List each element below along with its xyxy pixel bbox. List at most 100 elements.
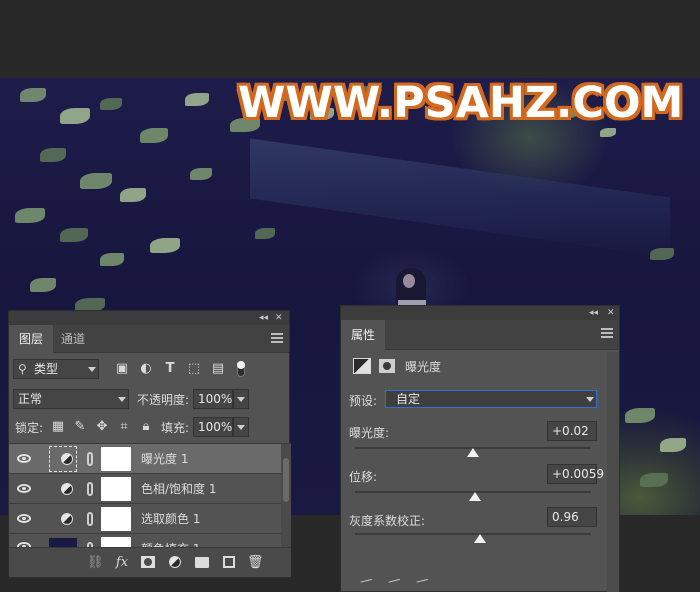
link-icon[interactable] xyxy=(87,512,93,526)
panel-menu-icon[interactable] xyxy=(601,328,613,338)
layer-mask-thumbnail[interactable] xyxy=(101,447,131,471)
adjustment-title: 曝光度 xyxy=(405,360,442,374)
layers-footer: ⛓ fx 🗑︎ xyxy=(9,547,291,577)
scroll-thumb[interactable] xyxy=(283,458,289,502)
chevron-down-icon xyxy=(237,397,245,402)
gamma-label: 灰度系数校正: xyxy=(349,514,426,528)
filter-shape-icon[interactable]: ⬚ xyxy=(187,361,201,377)
offset-value: +0.0059 xyxy=(552,467,605,481)
folder-icon[interactable] xyxy=(195,557,209,568)
gamma-slider-thumb[interactable] xyxy=(474,534,487,543)
opacity-dropdown[interactable] xyxy=(233,389,249,409)
layer-row[interactable]: 色相/饱和度 1 xyxy=(9,474,281,504)
gray-point-eyedropper-icon[interactable]: ⁄ xyxy=(382,571,405,592)
layers-panel: ◂◂ ✕ 图层 通道 ⚲ 类型 ▣ ◐ T ⬚ ▤ 正常 不透明度: 100% … xyxy=(8,310,291,578)
tab-channels[interactable]: 通道 xyxy=(51,325,95,353)
link-icon[interactable] xyxy=(87,452,93,466)
layer-name[interactable]: 曝光度 1 xyxy=(141,444,188,474)
layer-mask-thumbnail[interactable] xyxy=(101,537,131,547)
chevron-down-icon xyxy=(586,397,594,402)
mask-icon[interactable] xyxy=(379,359,395,373)
white-point-eyedropper-icon[interactable]: ⁄ xyxy=(410,571,433,592)
exposure-adjustment-icon xyxy=(61,453,73,465)
color-fill-thumbnail xyxy=(49,538,77,547)
filter-pixel-icon[interactable]: ▣ xyxy=(115,361,129,377)
tab-layers[interactable]: 图层 xyxy=(9,325,54,353)
tab-properties[interactable]: 属性 xyxy=(341,320,386,350)
panel-header-strip: ◂◂ ✕ xyxy=(341,306,619,320)
exposure-input[interactable]: +0.02 xyxy=(547,421,597,441)
new-layer-icon[interactable] xyxy=(223,556,235,568)
blend-mode-select[interactable]: 正常 xyxy=(13,389,129,409)
chevron-down-icon xyxy=(118,397,126,402)
opacity-input[interactable]: 100% xyxy=(193,389,233,409)
layers-scrollbar[interactable] xyxy=(281,444,291,547)
chevron-down-icon xyxy=(237,425,245,430)
layer-name[interactable]: 选取颜色 1 xyxy=(141,504,200,534)
preset-label: 预设: xyxy=(349,394,378,408)
filter-type-icon[interactable]: T xyxy=(163,361,177,377)
eye-icon[interactable] xyxy=(17,454,31,463)
filter-adjustment-icon[interactable]: ◐ xyxy=(139,361,153,377)
layer-name[interactable]: 颜色填充 1 xyxy=(141,534,200,547)
filter-smart-object-icon[interactable]: ▤ xyxy=(211,361,225,377)
panel-menu-icon[interactable] xyxy=(271,333,283,343)
mask-icon-hole xyxy=(383,362,391,370)
collapse-icon[interactable]: ◂◂ xyxy=(259,311,268,325)
lock-transparent-icon[interactable]: ▦ xyxy=(51,419,65,435)
collapse-icon[interactable]: ◂◂ xyxy=(589,306,598,320)
lock-all-icon[interactable]: 🔒︎ xyxy=(139,419,153,435)
lock-pixels-icon[interactable]: ✎ xyxy=(73,419,87,435)
chevron-down-icon xyxy=(88,367,96,372)
black-point-eyedropper-icon[interactable]: ⁄ xyxy=(354,571,377,592)
fill-label: 填充: xyxy=(161,421,190,435)
roof-shape xyxy=(250,138,670,258)
properties-tabbar: 属性 xyxy=(341,320,619,350)
gamma-value: 0.96 xyxy=(552,510,579,524)
layer-mask-thumbnail[interactable] xyxy=(101,477,131,501)
blend-mode-value: 正常 xyxy=(18,392,43,406)
layer-mask-thumbnail[interactable] xyxy=(101,507,131,531)
offset-label: 位移: xyxy=(349,470,378,484)
trash-icon[interactable]: 🗑︎ xyxy=(247,555,264,571)
preset-select[interactable]: 自定 xyxy=(385,390,597,408)
selective-color-adjustment-icon xyxy=(61,513,73,525)
watermark-text: WWW.PSAHZ.COM xyxy=(238,78,684,128)
panel-header-strip: ◂◂ ✕ xyxy=(9,311,289,325)
offset-slider-thumb[interactable] xyxy=(469,492,482,501)
opacity-value: 100% xyxy=(198,392,233,406)
layers-list: 曝光度 1 色相/饱和度 1 选取颜色 1 颜色填充 1 xyxy=(9,443,291,547)
properties-scrollbar[interactable] xyxy=(607,352,619,592)
close-icon[interactable]: ✕ xyxy=(275,311,283,325)
layers-tabbar: 图层 通道 xyxy=(9,325,289,353)
close-icon[interactable]: ✕ xyxy=(607,306,615,320)
fill-input[interactable]: 100% xyxy=(193,417,233,437)
filter-toggle-knob xyxy=(237,361,245,369)
filter-kind-value: 类型 xyxy=(34,362,59,376)
filter-kind-select[interactable]: ⚲ 类型 xyxy=(13,359,99,379)
add-mask-hole xyxy=(144,558,152,566)
add-mask-icon[interactable] xyxy=(141,556,155,568)
fill-dropdown[interactable] xyxy=(233,417,249,437)
layer-row[interactable]: 颜色填充 1 xyxy=(9,534,281,547)
link-icon[interactable] xyxy=(87,482,93,496)
preset-value: 自定 xyxy=(396,392,421,406)
layer-row[interactable]: 选取颜色 1 xyxy=(9,504,281,534)
exposure-layer-icon xyxy=(353,358,371,374)
gamma-slider-track[interactable] xyxy=(355,533,591,535)
lock-artboard-icon[interactable]: ⌗ xyxy=(117,419,131,435)
gamma-input[interactable]: 0.96 xyxy=(547,507,597,527)
offset-input[interactable]: +0.0059 xyxy=(547,464,604,484)
fx-icon[interactable]: fx xyxy=(113,555,131,571)
eye-icon[interactable] xyxy=(17,514,31,523)
fill-value: 100% xyxy=(198,420,233,434)
link-layers-icon[interactable]: ⛓ xyxy=(87,555,104,571)
layer-row[interactable]: 曝光度 1 xyxy=(9,444,281,474)
eye-icon[interactable] xyxy=(17,484,31,493)
exposure-label: 曝光度: xyxy=(349,426,390,440)
adjustment-icon[interactable] xyxy=(169,556,181,568)
exposure-slider-thumb[interactable] xyxy=(467,448,479,457)
lock-label: 锁定: xyxy=(15,421,44,435)
lock-position-icon[interactable]: ✥ xyxy=(95,419,109,435)
layer-name[interactable]: 色相/饱和度 1 xyxy=(141,474,217,504)
